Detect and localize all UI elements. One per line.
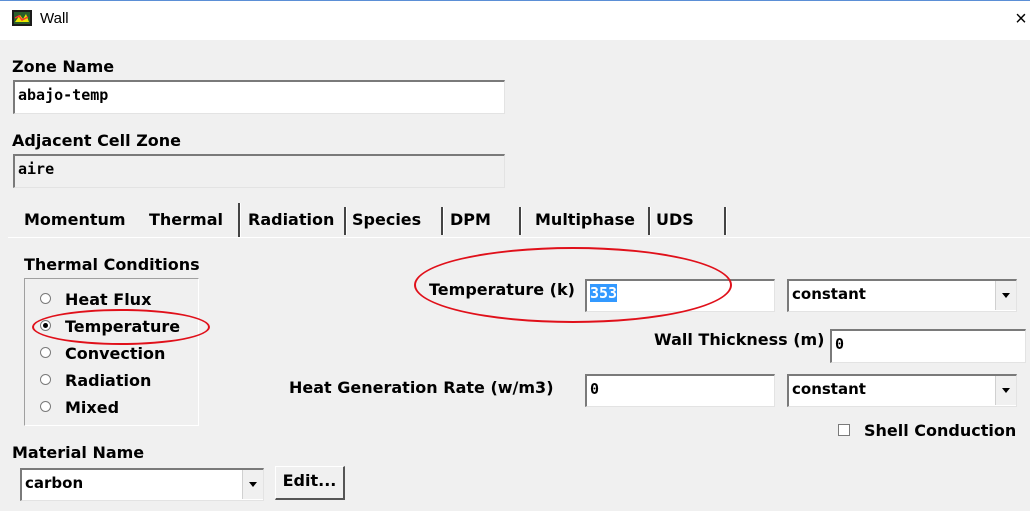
- tab-species[interactable]: Species: [352, 207, 421, 237]
- heat-generation-method-select[interactable]: constant: [787, 374, 1017, 407]
- radio-label: Radiation: [65, 371, 152, 390]
- tab-separator: [648, 207, 651, 235]
- select-value: constant: [792, 285, 866, 303]
- tab-radiation[interactable]: Radiation: [248, 207, 334, 237]
- thermal-conditions-label: Thermal Conditions: [24, 255, 200, 274]
- zone-name-input[interactable]: abajo-temp: [13, 80, 505, 114]
- tab-separator: [238, 203, 241, 237]
- tab-separator: [724, 207, 727, 235]
- radio-label: Heat Flux: [65, 290, 152, 309]
- tab-momentum[interactable]: Momentum: [24, 207, 126, 237]
- wall-thickness-label: Wall Thickness (m): [654, 330, 825, 349]
- heat-generation-input[interactable]: 0: [585, 374, 775, 407]
- tab-uds[interactable]: UDS: [656, 207, 694, 237]
- adjacent-cell-zone-field: aire: [13, 154, 505, 188]
- wall-thickness-input[interactable]: 0: [830, 329, 1026, 363]
- radio-mixed[interactable]: Mixed: [40, 398, 190, 418]
- radio-button[interactable]: [40, 401, 51, 412]
- tab-separator: [441, 207, 444, 235]
- close-icon[interactable]: ×: [1012, 7, 1030, 31]
- radio-button[interactable]: [40, 374, 51, 385]
- shell-conduction-label: Shell Conduction: [864, 421, 1017, 440]
- material-select[interactable]: carbon: [20, 468, 264, 501]
- radio-convection[interactable]: Convection: [40, 344, 190, 364]
- fluent-app-icon: [12, 10, 32, 26]
- radio-button[interactable]: [40, 347, 51, 358]
- dropdown-button[interactable]: [995, 281, 1016, 310]
- chevron-down-icon: [249, 482, 257, 487]
- shell-conduction-checkbox[interactable]: [838, 424, 850, 436]
- radio-button[interactable]: [40, 293, 51, 304]
- radio-heat-flux[interactable]: Heat Flux: [40, 290, 190, 310]
- dropdown-button[interactable]: [995, 376, 1016, 405]
- zone-name-label: Zone Name: [12, 57, 115, 76]
- annotation-ellipse: [414, 247, 732, 323]
- radio-label: Mixed: [65, 398, 120, 417]
- tab-thermal[interactable]: Thermal: [149, 207, 223, 237]
- select-value: constant: [792, 380, 866, 398]
- select-value: carbon: [25, 474, 84, 492]
- heat-generation-label: Heat Generation Rate (w/m3): [289, 378, 554, 397]
- radio-radiation[interactable]: Radiation: [40, 371, 190, 391]
- tab-separator: [519, 207, 522, 235]
- tab-dpm[interactable]: DPM: [450, 207, 491, 237]
- title-bar: Wall ×: [0, 0, 1030, 40]
- temperature-method-select[interactable]: constant: [787, 279, 1017, 312]
- tab-separator: [344, 207, 347, 235]
- dropdown-button[interactable]: [242, 470, 263, 499]
- material-name-label: Material Name: [12, 443, 145, 462]
- annotation-ellipse: [32, 309, 210, 345]
- tab-multiphase[interactable]: Multiphase: [535, 207, 635, 237]
- edit-button[interactable]: Edit...: [275, 466, 345, 500]
- chevron-down-icon: [1002, 293, 1010, 298]
- radio-label: Convection: [65, 344, 166, 363]
- adjacent-cell-zone-label: Adjacent Cell Zone: [12, 131, 182, 150]
- tab-panel-edge: [8, 237, 1030, 238]
- window-title: Wall: [40, 10, 69, 27]
- chevron-down-icon: [1002, 388, 1010, 393]
